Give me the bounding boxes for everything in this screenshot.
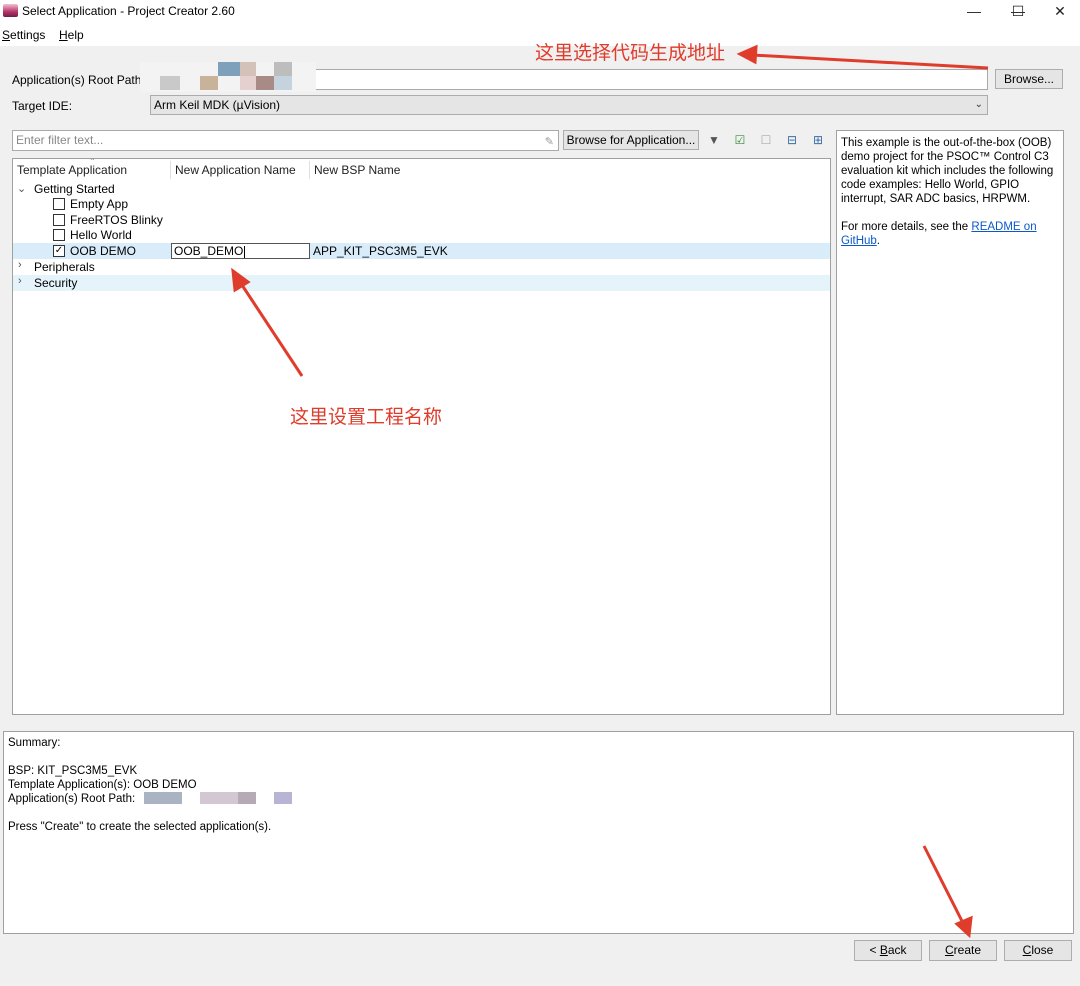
- tree-item-label: OOB DEMO: [70, 244, 137, 258]
- column-header-app-name[interactable]: New Application Name: [175, 163, 296, 177]
- column-header-bsp-name[interactable]: New BSP Name: [314, 163, 400, 177]
- close-dialog-button[interactable]: Close: [1004, 940, 1072, 961]
- item-checkbox-checked[interactable]: ✓: [53, 245, 65, 257]
- collapse-all-icon[interactable]: ⊟: [783, 131, 801, 149]
- target-ide-value: Arm Keil MDK (µVision): [154, 98, 281, 112]
- summary-heading: Summary:: [8, 737, 61, 749]
- menu-settings[interactable]: Settings: [2, 28, 45, 42]
- chevron-right-icon[interactable]: ›: [18, 275, 22, 287]
- new-application-name-input[interactable]: OOB_DEMO: [171, 243, 310, 259]
- maximize-icon: ☐: [1011, 3, 1025, 19]
- tree-item-hello-world[interactable]: Hello World: [13, 227, 830, 243]
- tree-item-oob-demo[interactable]: ✓ OOB DEMO OOB_DEMO APP_KIT_PSC3M5_EVK: [13, 243, 830, 259]
- close-icon: ✕: [1054, 3, 1066, 19]
- arrow-head: [736, 44, 758, 65]
- browse-root-path-button[interactable]: Browse...: [995, 69, 1063, 89]
- column-divider[interactable]: [170, 161, 171, 179]
- minimize-window-icon: —: [967, 3, 981, 19]
- summary-instruction: Press "Create" to create the selected ap…: [8, 821, 272, 833]
- text-caret: [244, 245, 246, 258]
- summary-bsp: BSP: KIT_PSC3M5_EVK: [8, 765, 138, 777]
- chevron-down-icon[interactable]: ⌄: [17, 182, 26, 195]
- annotation-root-path: 这里选择代码生成地址: [535, 42, 726, 64]
- filter-placeholder: Enter filter text...: [16, 133, 104, 147]
- chevron-down-icon: ⌄: [974, 99, 983, 110]
- summary-template-apps: Template Application(s): OOB DEMO: [8, 779, 197, 791]
- expand-all-icon[interactable]: ⊞: [809, 131, 827, 149]
- template-tree: Template Application ⌃ New Application N…: [12, 157, 831, 715]
- description-more: For more details, see the README on GitH…: [841, 221, 1037, 247]
- browse-for-application-button[interactable]: Browse for Application...: [563, 130, 699, 150]
- filter-input[interactable]: Enter filter text... ✎: [12, 130, 559, 151]
- description-text: This example is the out-of-the-box (OOB)…: [841, 137, 1054, 205]
- filter-icon[interactable]: ▼: [705, 131, 723, 149]
- tree-group-peripherals[interactable]: › Peripherals: [13, 259, 830, 275]
- tree-item-label: Empty App: [70, 197, 129, 211]
- tree-item-empty-app[interactable]: Empty App: [13, 196, 830, 212]
- arrow-to-root-path: [751, 53, 989, 70]
- create-button[interactable]: Create: [929, 940, 997, 961]
- column-divider[interactable]: [309, 161, 310, 179]
- minimize-window-button[interactable]: —: [952, 0, 996, 22]
- item-checkbox[interactable]: [53, 214, 65, 226]
- close-button[interactable]: ✕: [1040, 0, 1080, 22]
- title-bar: Select Application - Project Creator 2.6…: [0, 0, 1080, 22]
- redacted-path: [144, 792, 314, 805]
- app-icon: [3, 4, 18, 17]
- item-checkbox[interactable]: [53, 229, 65, 241]
- root-path-label: Application(s) Root Path: [12, 73, 142, 87]
- window-title: Select Application - Project Creator 2.6…: [22, 4, 235, 18]
- select-all-icon[interactable]: ☑: [731, 131, 749, 149]
- summary-panel: Summary: BSP: KIT_PSC3M5_EVK Template Ap…: [3, 731, 1074, 934]
- column-header-template[interactable]: Template Application: [17, 163, 127, 177]
- summary-root-path: Application(s) Root Path:: [8, 792, 1069, 806]
- deselect-all-icon[interactable]: ☐: [757, 131, 775, 149]
- tree-item-label: FreeRTOS Blinky: [70, 213, 163, 227]
- tree-item-freertos-blinky[interactable]: FreeRTOS Blinky: [13, 212, 830, 228]
- menu-help[interactable]: Help: [59, 28, 84, 42]
- tree-group-security[interactable]: › Security: [13, 275, 830, 291]
- maximize-button[interactable]: ☐: [996, 0, 1040, 22]
- annotation-app-name: 这里设置工程名称: [290, 406, 443, 428]
- back-button[interactable]: < Back: [854, 940, 922, 961]
- tree-group-label: Peripherals: [34, 260, 95, 274]
- item-checkbox[interactable]: [53, 198, 65, 210]
- new-bsp-name[interactable]: APP_KIT_PSC3M5_EVK: [313, 244, 448, 258]
- chevron-right-icon[interactable]: ›: [18, 259, 22, 271]
- sort-icon: ⌃: [89, 157, 96, 166]
- description-panel: This example is the out-of-the-box (OOB)…: [836, 130, 1064, 715]
- target-ide-select[interactable]: Arm Keil MDK (µVision) ⌄: [150, 95, 988, 115]
- tree-item-label: Hello World: [70, 228, 132, 242]
- clear-filter-icon[interactable]: ✎: [545, 133, 554, 151]
- target-ide-label: Target IDE:: [12, 99, 73, 113]
- tree-group-label: Getting Started: [34, 182, 115, 196]
- redacted-path: [140, 62, 316, 92]
- tree-group-label: Security: [34, 276, 78, 290]
- tree-group-getting-started[interactable]: ⌄ Getting Started: [13, 181, 830, 197]
